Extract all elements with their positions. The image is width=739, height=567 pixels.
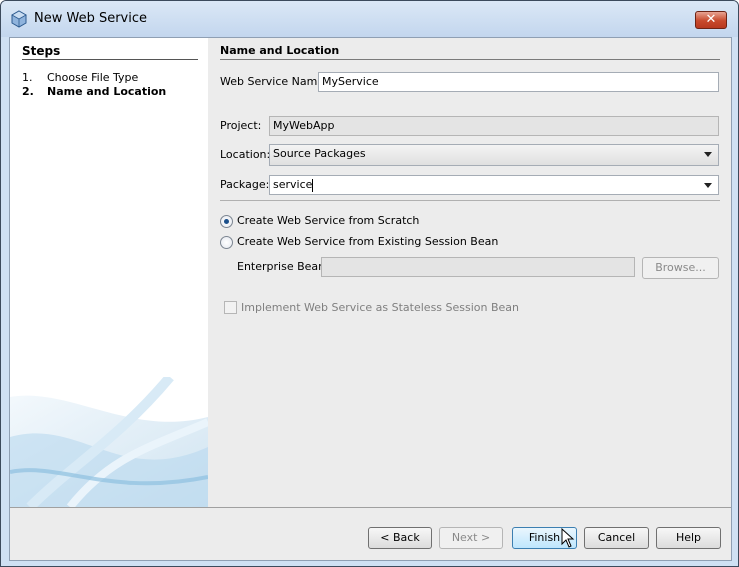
step-label: Name and Location [47, 85, 167, 98]
section-divider [220, 59, 720, 60]
step-number: 2. [22, 85, 34, 98]
radio-create-from-session-bean[interactable] [220, 236, 233, 249]
section-title: Name and Location [220, 44, 340, 57]
back-button[interactable]: < Back [368, 527, 432, 549]
location-dropdown[interactable]: Source Packages [269, 144, 719, 166]
package-value: service [273, 178, 313, 191]
service-name-label: Web Service Name: [220, 75, 328, 88]
step-item-name-and-location: 2. Name and Location [22, 85, 166, 98]
steps-divider [22, 59, 198, 60]
stateless-checkbox[interactable] [224, 301, 237, 314]
chevron-down-icon [704, 183, 712, 188]
enterprise-bean-field [321, 257, 635, 277]
close-button[interactable]: ✕ [695, 11, 727, 29]
step-label: Choose File Type [47, 71, 139, 84]
cancel-button[interactable]: Cancel [584, 527, 649, 549]
chevron-down-icon [704, 152, 712, 157]
steps-title: Steps [22, 44, 61, 58]
steps-panel: Steps 1. Choose File Type 2. Name and Loca… [10, 38, 208, 507]
package-label: Package: [220, 178, 270, 191]
dialog-client: Steps 1. Choose File Type 2. Name and Loca… [9, 37, 732, 561]
text-caret [312, 178, 314, 192]
options-divider [220, 200, 720, 201]
enterprise-bean-label: Enterprise Bean: [237, 260, 329, 273]
button-bar-divider [10, 507, 731, 508]
browse-button[interactable]: Browse... [642, 257, 719, 279]
step-item-choose-file-type: 1. Choose File Type [22, 71, 138, 84]
next-button[interactable]: Next > [439, 527, 503, 549]
package-combobox[interactable]: service [269, 175, 719, 195]
radio-create-from-scratch[interactable] [220, 215, 233, 228]
radio-create-from-scratch-label[interactable]: Create Web Service from Scratch [237, 214, 419, 227]
decorative-swoosh-graphic [10, 377, 208, 507]
form-panel: Name and Location Web Service Name: MySe… [208, 38, 731, 507]
window-title: New Web Service [34, 11, 148, 26]
title-bar[interactable]: New Web Service ✕ [1, 1, 738, 37]
help-button[interactable]: Help [656, 527, 721, 549]
location-label: Location: [220, 148, 271, 161]
project-field: MyWebApp [269, 116, 719, 136]
project-label: Project: [220, 119, 262, 132]
radio-create-from-session-bean-label[interactable]: Create Web Service from Existing Session… [237, 235, 498, 248]
location-value: Source Packages [273, 147, 366, 160]
service-name-input[interactable]: MyService [318, 72, 719, 92]
mouse-pointer-icon [561, 528, 575, 548]
netbeans-cube-icon [11, 10, 27, 28]
dialog-window: New Web Service ✕ Steps 1. Choose File Ty… [0, 0, 739, 567]
stateless-checkbox-label: Implement Web Service as Stateless Sessi… [241, 301, 520, 314]
step-number: 1. [22, 71, 33, 84]
